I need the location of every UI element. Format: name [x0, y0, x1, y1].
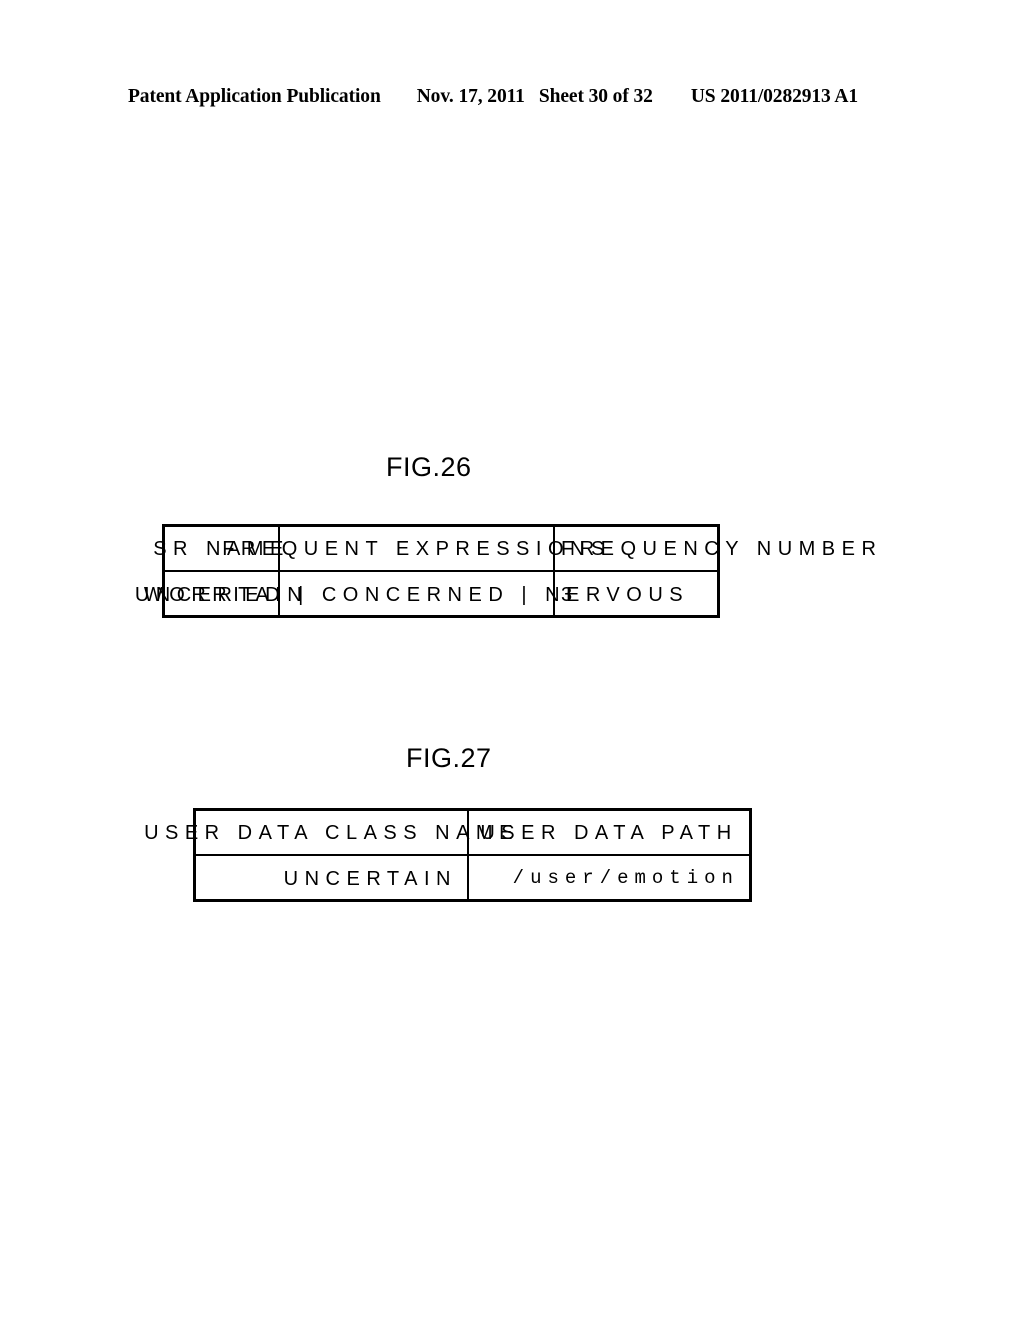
page-header: Patent Application Publication Nov. 17, … [128, 86, 896, 108]
header-label-frequency-number: FREQUENCY NUMBER [561, 537, 883, 560]
cell-user-data-class-name-value: UNCERTAIN [196, 856, 467, 901]
header-cell-frequent-expressions: FREQUENT EXPRESSIONS [222, 527, 604, 570]
header-cell-user-data-path: USER DATA PATH [467, 811, 749, 854]
cell-frequency-number-value: 3 [553, 572, 717, 617]
publication-date: Nov. 17, 2011 [416, 86, 525, 107]
header-cell-user-data-class-name: USER DATA CLASS NAME [144, 811, 512, 854]
header-label-user-data-path: USER DATA PATH [480, 821, 738, 844]
cell-user-data-path-value: /user/emotion [467, 856, 749, 901]
sheet-number: Sheet 30 of 32 [538, 86, 653, 107]
table-header-row: SR NAME FREQUENT EXPRESSIONS FREQUENCY N… [153, 527, 876, 572]
figure-26-title: FIG.26 [386, 452, 472, 482]
table-header-row: USER DATA CLASS NAME USER DATA PATH [144, 811, 749, 856]
figure-27-table: USER DATA CLASS NAME USER DATA PATH UNCE… [144, 808, 752, 902]
figure-26-table: SR NAME FREQUENT EXPRESSIONS FREQUENCY N… [135, 524, 876, 618]
table-row: UNCERTAIN WORRIED | CONCERNED | NERVOUS … [135, 572, 717, 617]
header-cell-frequency-number: FREQUENCY NUMBER [553, 527, 876, 570]
header-label-user-data-class-name: USER DATA CLASS NAME [144, 821, 519, 844]
table-row: UNCERTAIN /user/emotion [196, 856, 749, 901]
value-user-data-class-name: UNCERTAIN [283, 867, 457, 890]
figure-27-title: FIG.27 [406, 743, 492, 773]
patent-number: US 2011/0282913 A1 [690, 86, 859, 107]
publication-label: Patent Application Publication [128, 86, 381, 107]
value-frequency-number: 3 [561, 583, 579, 606]
cell-frequent-expressions-value: WORRIED | CONCERNED | NERVOUS [144, 572, 683, 617]
value-user-data-path: /user/emotion [512, 867, 739, 889]
